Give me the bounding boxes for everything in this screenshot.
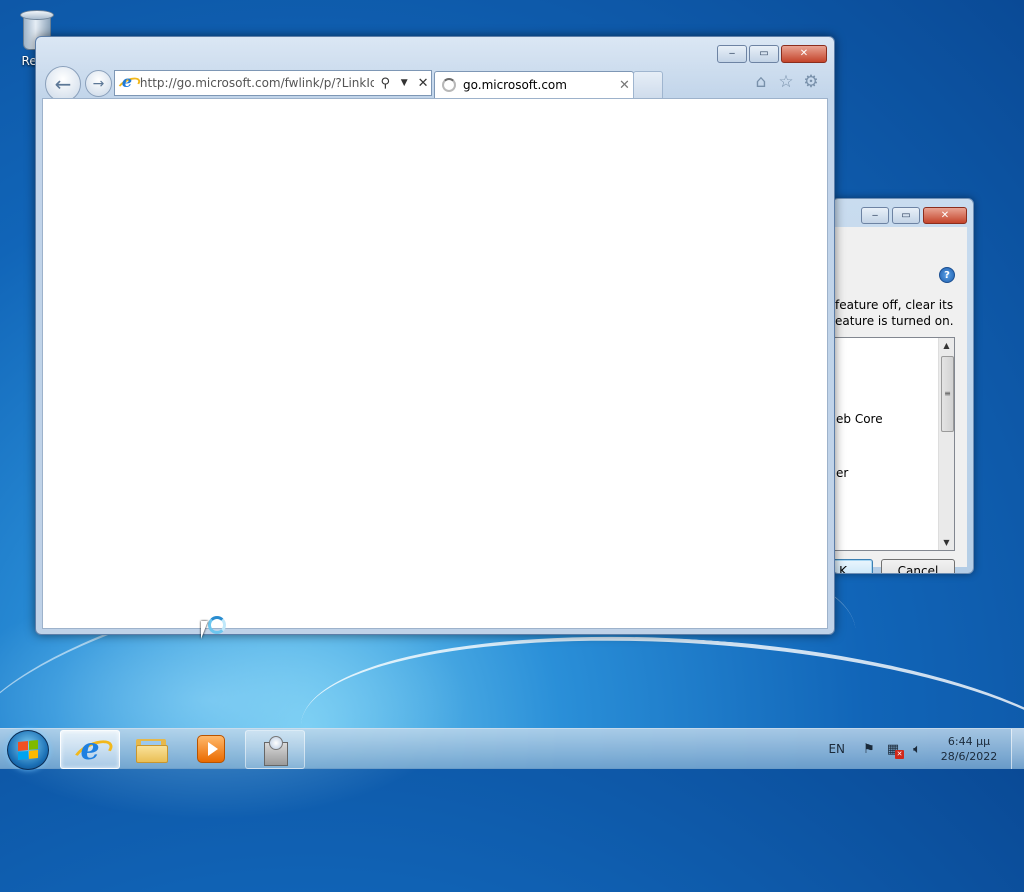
browser-close-button[interactable]: ✕ xyxy=(781,45,827,63)
close-tab-icon[interactable]: ✕ xyxy=(619,78,630,93)
clock-time: 6:44 μμ xyxy=(947,735,991,748)
cancel-button[interactable]: Cancel xyxy=(881,559,955,573)
address-bar[interactable]: e http://go.microsoft.com/fwlink/p/?Link… xyxy=(114,70,432,96)
folder-icon xyxy=(136,737,168,763)
spinner-icon xyxy=(442,78,456,92)
windows-logo-icon xyxy=(18,739,38,761)
dialog-maximize-button[interactable]: ▭ xyxy=(892,207,920,224)
favorites-icon[interactable]: ☆ xyxy=(777,72,795,92)
internet-explorer-icon: e xyxy=(69,732,117,771)
dialog-close-button[interactable]: ✕ xyxy=(923,207,967,224)
network-icon[interactable]: ▦ ✕ xyxy=(885,741,904,759)
dropdown-icon[interactable]: ▼ xyxy=(396,75,412,91)
stop-icon[interactable]: ✕ xyxy=(415,75,431,91)
scroll-up-icon[interactable]: ▲ xyxy=(939,338,954,353)
ok-button[interactable]: K xyxy=(833,559,873,573)
browser-window-controls: ‒ ▭ ✕ xyxy=(717,45,827,63)
tab-title: go.microsoft.com xyxy=(463,78,567,92)
scroll-down-icon[interactable]: ▼ xyxy=(939,535,954,550)
desktop: Recy ‒ ▭ ✕ ? feature off, clear its eatu… xyxy=(0,0,1024,892)
tab-go-microsoft[interactable]: go.microsoft.com ✕ xyxy=(434,71,634,98)
dialog-minimize-button[interactable]: ‒ xyxy=(861,207,889,224)
home-icon[interactable]: ⌂ xyxy=(752,72,770,92)
language-indicator[interactable]: EN xyxy=(828,742,845,756)
volume-icon[interactable]: 🔈︎ xyxy=(909,741,925,757)
scroll-thumb[interactable]: ≡ xyxy=(941,356,954,432)
list-item[interactable]: eb Core xyxy=(836,412,883,426)
forward-icon: → xyxy=(92,75,105,92)
taskbar: e EN ⚑ ▦ ✕ 🔈︎ 6:44 μμ 28/6/2022 xyxy=(0,728,1024,771)
back-button[interactable]: ← xyxy=(45,66,81,102)
address-url[interactable]: http://go.microsoft.com/fwlink/p/?LinkId… xyxy=(140,76,374,90)
dialog-description-line-2: eature is turned on. xyxy=(835,314,954,328)
page-content[interactable] xyxy=(42,98,828,629)
mouse-cursor-icon xyxy=(201,621,215,639)
system-tray: EN ⚑ ▦ ✕ 🔈︎ 6:44 μμ 28/6/2022 xyxy=(828,729,1024,769)
features-tree-list[interactable]: eb Core er ▲ ≡ ▼ xyxy=(833,337,955,551)
taskbar-internet-explorer[interactable]: e xyxy=(60,730,120,771)
media-player-icon xyxy=(197,734,225,763)
dialog-description-line-1: feature off, clear its xyxy=(835,298,954,312)
list-scrollbar[interactable]: ▲ ≡ ▼ xyxy=(938,338,954,550)
help-icon[interactable]: ? xyxy=(939,267,955,283)
taskbar-media-player[interactable] xyxy=(182,730,240,767)
show-desktop-button[interactable] xyxy=(1011,729,1024,769)
dialog-window-controls: ‒ ▭ ✕ xyxy=(861,207,967,224)
internet-explorer-window[interactable]: ‒ ▭ ✕ ← → e http://go.microsoft.com/fwli… xyxy=(35,36,835,635)
setup-icon xyxy=(262,735,288,766)
list-item[interactable]: er xyxy=(836,466,848,480)
taskbar-windows-explorer[interactable] xyxy=(122,730,180,767)
start-button[interactable] xyxy=(7,730,49,770)
browser-maximize-button[interactable]: ▭ xyxy=(749,45,779,63)
new-tab-button[interactable] xyxy=(633,71,663,99)
search-icon[interactable]: ⚲ xyxy=(377,75,393,91)
clock[interactable]: 6:44 μμ 28/6/2022 xyxy=(937,734,1001,764)
back-icon: ← xyxy=(54,72,72,96)
dialog-body: ? feature off, clear its eature is turne… xyxy=(833,227,967,573)
clock-date: 28/6/2022 xyxy=(940,750,998,763)
tools-icon[interactable]: ⚙ xyxy=(802,72,820,92)
forward-button[interactable]: → xyxy=(85,70,112,97)
ie-icon: e xyxy=(115,72,143,96)
action-center-icon[interactable]: ⚑ xyxy=(861,741,877,757)
windows-features-dialog[interactable]: ‒ ▭ ✕ ? feature off, clear its eature is… xyxy=(832,198,974,574)
browser-minimize-button[interactable]: ‒ xyxy=(717,45,747,63)
dialog-description: feature off, clear its eature is turned … xyxy=(835,297,954,329)
taskbar-setup[interactable] xyxy=(245,730,305,769)
